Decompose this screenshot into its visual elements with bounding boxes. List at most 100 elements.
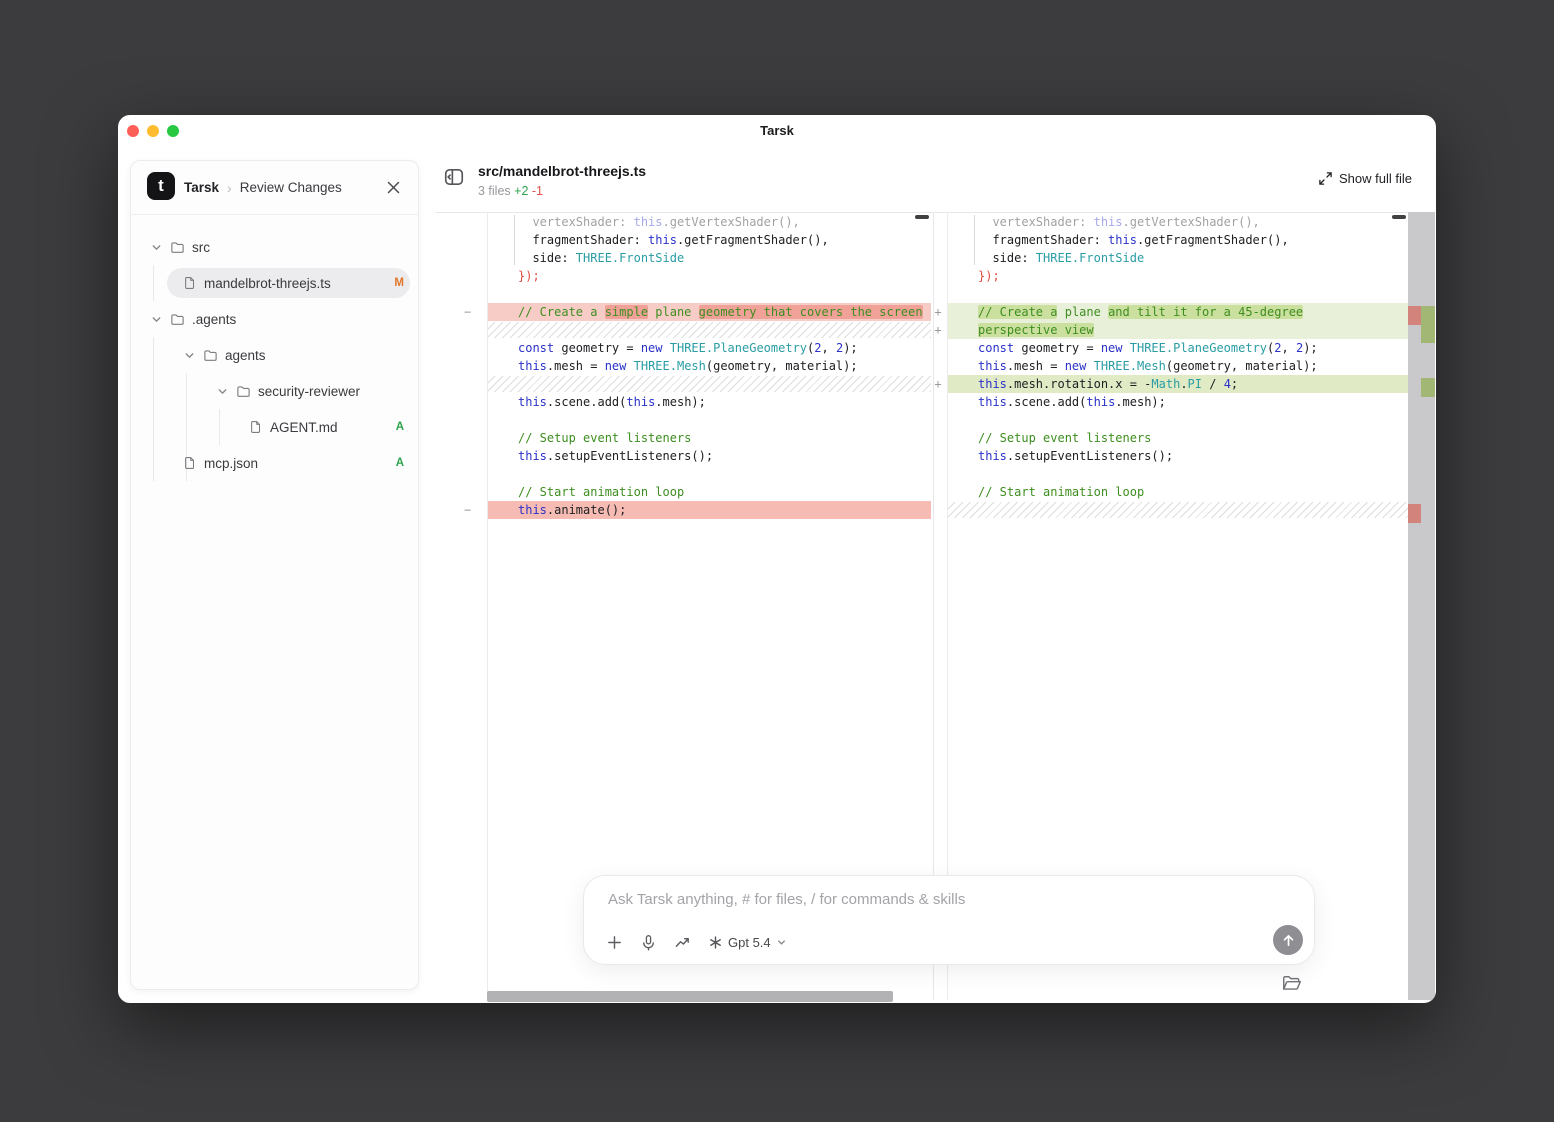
tree-item-mcp.json[interactable]: mcp.json A <box>131 445 418 481</box>
diff-line-marker <box>930 465 946 483</box>
microphone-icon[interactable] <box>640 934 657 951</box>
traffic-lights <box>127 125 179 137</box>
code-line: this.setupEventListeners(); <box>948 447 1409 465</box>
folder-icon <box>236 384 251 399</box>
files-count: 3 files <box>478 184 511 198</box>
tree-item-mandelbrot-threejs.ts[interactable]: mandelbrot-threejs.tsM <box>131 265 418 301</box>
diff-line-marker <box>930 213 946 231</box>
folder-icon <box>170 312 185 327</box>
diff-line-marker: + <box>930 375 946 393</box>
app-logo: t <box>147 172 175 200</box>
diff-line-marker <box>464 393 484 411</box>
code-line: const geometry = new THREE.PlaneGeometry… <box>948 339 1409 357</box>
status-badge: A <box>396 457 404 469</box>
left-diff-gutter: −− <box>462 213 484 519</box>
sidebar-divider <box>131 214 418 215</box>
code-line: this.setupEventListeners(); <box>488 447 931 465</box>
breadcrumb: Tarsk › Review Changes <box>184 161 342 214</box>
tree-item-label: mcp.json <box>204 456 258 471</box>
code-line: this.scene.add(this.mesh); <box>948 393 1409 411</box>
diff-line-marker <box>464 411 484 429</box>
left-pane-scrollbar-thumb[interactable] <box>915 215 929 219</box>
close-traffic-light[interactable] <box>127 125 139 137</box>
diff-line-marker <box>464 375 484 393</box>
right-diff-gutter: +++ <box>930 213 946 519</box>
code-line: this.scene.add(this.mesh); <box>488 393 931 411</box>
diff-line-marker <box>464 249 484 267</box>
code-line: side: THREE.FrontSide <box>488 249 931 267</box>
chevron-down-icon <box>183 349 196 362</box>
ruler-marker-add <box>1421 306 1435 343</box>
file-tree: srcmandelbrot-threejs.tsM .agents agents se… <box>131 229 418 481</box>
diff-line-marker <box>930 267 946 285</box>
diff-line-marker <box>464 231 484 249</box>
zoom-traffic-light[interactable] <box>167 125 179 137</box>
breadcrumb-app[interactable]: Tarsk <box>184 180 219 195</box>
diff-line-marker <box>464 339 484 357</box>
diff-line-marker <box>464 285 484 303</box>
close-icon[interactable] <box>385 179 402 196</box>
titlebar: Tarsk <box>118 115 1436 147</box>
send-button[interactable] <box>1273 925 1303 955</box>
show-full-file-label: Show full file <box>1339 171 1412 186</box>
diff-line-marker <box>464 483 484 501</box>
file-icon <box>249 420 263 434</box>
code-line <box>488 465 931 483</box>
model-logo-icon <box>708 935 723 950</box>
diff-filler-line <box>488 321 931 339</box>
code-line: this.animate(); <box>488 501 931 519</box>
diff-line-marker <box>930 339 946 357</box>
show-full-file-button[interactable]: Show full file <box>1318 171 1412 186</box>
diff-line-marker: + <box>930 303 946 321</box>
model-label: Gpt 5.4 <box>728 935 771 950</box>
tree-item-label: security-reviewer <box>258 384 360 399</box>
additions-count: +2 <box>514 184 528 198</box>
file-path-title: src/mandelbrot-threejs.ts <box>478 163 646 179</box>
chat-placeholder[interactable]: Ask Tarsk anything, # for files, / for c… <box>608 891 965 908</box>
tree-item-.agents[interactable]: .agents <box>131 301 418 337</box>
right-pane-scrollbar-thumb[interactable] <box>1392 215 1406 219</box>
diff-pane-old[interactable]: vertexShader: this.getVertexShader(), fr… <box>488 213 931 519</box>
diff-line-marker <box>930 357 946 375</box>
code-line: this.mesh = new THREE.Mesh(geometry, mat… <box>488 357 931 375</box>
code-line: // Start animation loop <box>488 483 931 501</box>
diff-line-marker: − <box>464 501 484 519</box>
diff-filler-line <box>948 501 1409 519</box>
file-icon <box>183 276 197 290</box>
expand-icon <box>1318 171 1333 186</box>
diff-line-marker <box>930 501 946 519</box>
window-title: Tarsk <box>760 123 794 138</box>
trending-up-icon[interactable] <box>674 934 691 951</box>
code-line: this.mesh.rotation.x = -Math.PI / 4; <box>948 375 1409 393</box>
horizontal-scrollbar[interactable] <box>487 991 893 1002</box>
code-line: fragmentShader: this.getFragmentShader()… <box>948 231 1409 249</box>
diff-overview-ruler[interactable] <box>1408 212 1435 1000</box>
diff-pane-new[interactable]: vertexShader: this.getVertexShader(), fr… <box>948 213 1409 519</box>
code-line: vertexShader: this.getVertexShader(), <box>948 213 1409 231</box>
tree-item-label: agents <box>225 348 266 363</box>
code-line: }); <box>948 267 1409 285</box>
chat-input-box[interactable]: Ask Tarsk anything, # for files, / for c… <box>583 875 1315 965</box>
model-selector[interactable]: Gpt 5.4 <box>708 935 787 950</box>
diff-line-marker <box>930 429 946 447</box>
open-folder-icon[interactable] <box>1281 973 1303 993</box>
status-badge: M <box>394 277 404 289</box>
code-line: }); <box>488 267 931 285</box>
code-line <box>948 465 1409 483</box>
breadcrumb-view: Review Changes <box>240 180 342 195</box>
plus-icon[interactable] <box>606 934 623 951</box>
tree-item-src[interactable]: src <box>131 229 418 265</box>
tree-item-agents[interactable]: agents <box>131 337 418 373</box>
minimize-traffic-light[interactable] <box>147 125 159 137</box>
breadcrumb-separator: › <box>227 180 232 196</box>
diff-line-marker <box>464 213 484 231</box>
status-badge: A <box>396 421 404 433</box>
collapse-sidebar-icon[interactable] <box>443 166 465 188</box>
tree-item-security-reviewer[interactable]: security-reviewer <box>131 373 418 409</box>
code-line <box>948 285 1409 303</box>
ruler-marker-add <box>1421 378 1435 397</box>
tree-item-AGENT.md[interactable]: AGENT.mdA <box>131 409 418 445</box>
diff-line-marker: − <box>464 303 484 321</box>
diff-line-marker <box>464 447 484 465</box>
tree-item-label: .agents <box>192 312 236 327</box>
